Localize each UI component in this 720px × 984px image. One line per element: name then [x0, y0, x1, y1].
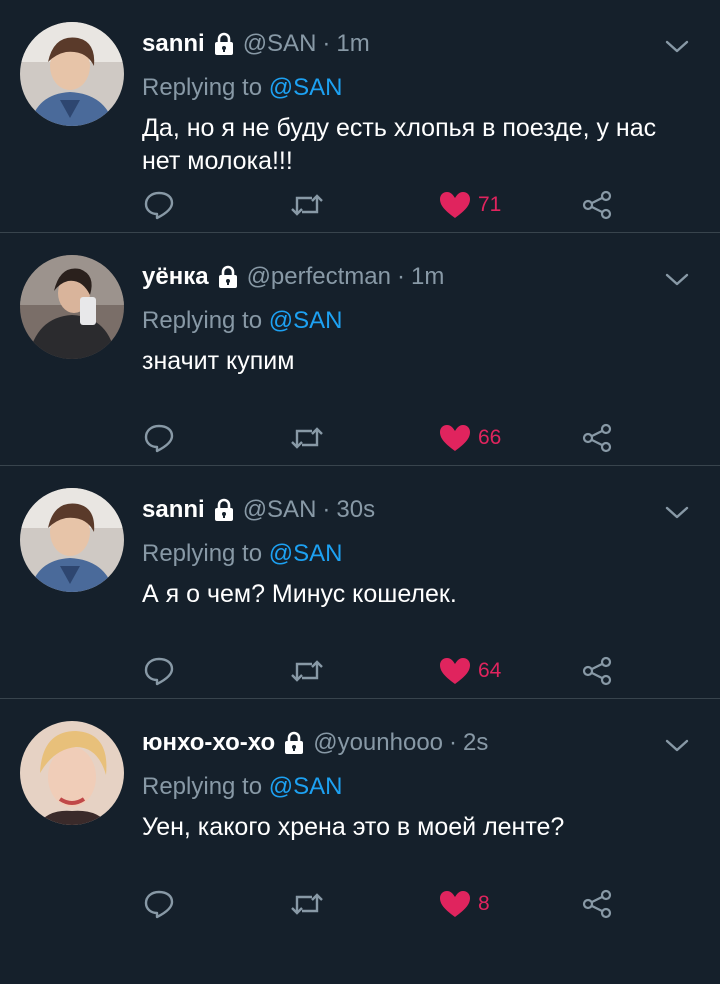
retweet-icon: [291, 660, 323, 682]
avatar[interactable]: [20, 488, 124, 592]
tweet-header: sanni @SAN · 1m: [142, 28, 370, 60]
retweet-button[interactable]: [288, 423, 326, 453]
like-button[interactable]: 71: [438, 190, 501, 220]
reply-feed: sanni @SAN · 1m Replying to @SAN Да, но …: [0, 0, 720, 932]
timestamp[interactable]: 2s: [463, 729, 488, 757]
tweet-text: Уен, какого хрена это в моей ленте?: [142, 813, 565, 841]
replying-to: Replying to @SAN: [142, 540, 342, 568]
heart-icon: [440, 425, 470, 451]
like-button[interactable]: 64: [438, 656, 501, 686]
tweet[interactable]: sanni @SAN · 1m Replying to @SAN Да, но …: [0, 0, 720, 233]
like-count: 64: [478, 659, 502, 682]
replying-to-label: Replying to: [142, 307, 263, 334]
tweet-header: sanni @SAN · 30s: [142, 494, 375, 526]
timestamp[interactable]: 1m: [336, 30, 369, 58]
user-handle[interactable]: @perfectman: [247, 263, 391, 291]
like-button[interactable]: 8: [438, 889, 490, 919]
share-icon: [582, 889, 612, 919]
reply-button[interactable]: [142, 423, 176, 453]
share-icon: [582, 656, 612, 686]
chevron-down-icon[interactable]: [664, 735, 690, 755]
timestamp[interactable]: 1m: [411, 263, 444, 291]
replying-to-label: Replying to: [142, 74, 263, 101]
like-count: 71: [478, 193, 502, 216]
share-button[interactable]: [582, 656, 614, 686]
retweet-icon: [291, 893, 323, 915]
lock-icon: [213, 32, 235, 56]
user-handle[interactable]: @younhooo: [313, 729, 443, 757]
action-bar: 64: [142, 656, 632, 686]
retweet-button[interactable]: [288, 190, 326, 220]
heart-icon: [440, 891, 470, 917]
tweet-text: значит купим: [142, 347, 295, 375]
replying-to: Replying to @SAN: [142, 74, 342, 102]
chevron-down-icon[interactable]: [664, 269, 690, 289]
share-button[interactable]: [582, 889, 614, 919]
mention-link[interactable]: @SAN: [269, 773, 343, 800]
avatar[interactable]: [20, 255, 124, 359]
tweet[interactable]: юнхо-хо-хо @younhooo · 2s Replying to @S…: [0, 699, 720, 932]
share-button[interactable]: [582, 190, 614, 220]
chevron-down-icon[interactable]: [664, 36, 690, 56]
retweet-button[interactable]: [288, 656, 326, 686]
avatar[interactable]: [20, 721, 124, 825]
display-name[interactable]: sanni: [142, 30, 205, 58]
reply-icon: [144, 424, 174, 453]
reply-button[interactable]: [142, 190, 176, 220]
tweet[interactable]: sanni @SAN · 30s Replying to @SAN А я о …: [0, 466, 720, 699]
separator-dot: ·: [396, 263, 405, 290]
reply-icon: [144, 657, 174, 686]
heart-icon: [440, 192, 470, 218]
display-name[interactable]: sanni: [142, 496, 205, 524]
reply-button[interactable]: [142, 656, 176, 686]
mention-link[interactable]: @SAN: [269, 540, 343, 567]
replying-to-label: Replying to: [142, 540, 263, 567]
heart-icon: [440, 658, 470, 684]
tweet-header: юнхо-хо-хо @younhooo · 2s: [142, 727, 488, 759]
reply-icon: [144, 890, 174, 919]
share-icon: [582, 190, 612, 220]
like-count: 8: [478, 892, 490, 915]
tweet-text: Да, но я не буду есть хлопья в поезде, у…: [142, 114, 657, 175]
action-bar: 71: [142, 190, 632, 220]
reply-button[interactable]: [142, 889, 176, 919]
replying-to-label: Replying to: [142, 773, 263, 800]
chevron-down-icon[interactable]: [664, 502, 690, 522]
separator-dot: ·: [322, 496, 331, 523]
replying-to: Replying to @SAN: [142, 307, 342, 335]
like-button[interactable]: 66: [438, 423, 501, 453]
display-name[interactable]: уёнка: [142, 263, 209, 291]
avatar[interactable]: [20, 22, 124, 126]
tweet-text: А я о чем? Минус кошелек.: [142, 580, 457, 608]
display-name[interactable]: юнхо-хо-хо: [142, 729, 275, 757]
share-icon: [582, 423, 612, 453]
action-bar: 8: [142, 889, 632, 919]
lock-icon: [283, 731, 305, 755]
retweet-icon: [291, 194, 323, 216]
tweet[interactable]: уёнка @perfectman · 1m Replying to @SAN …: [0, 233, 720, 466]
separator-dot: ·: [322, 30, 331, 57]
timestamp[interactable]: 30s: [336, 496, 375, 524]
tweet-header: уёнка @perfectman · 1m: [142, 261, 444, 293]
retweet-icon: [291, 427, 323, 449]
lock-icon: [217, 265, 239, 289]
action-bar: 66: [142, 423, 632, 453]
share-button[interactable]: [582, 423, 614, 453]
like-count: 66: [478, 426, 502, 449]
mention-link[interactable]: @SAN: [269, 307, 343, 334]
lock-icon: [213, 498, 235, 522]
mention-link[interactable]: @SAN: [269, 74, 343, 101]
separator-dot: ·: [449, 729, 458, 756]
replying-to: Replying to @SAN: [142, 773, 342, 801]
reply-icon: [144, 191, 174, 220]
user-handle[interactable]: @SAN: [243, 30, 317, 58]
retweet-button[interactable]: [288, 889, 326, 919]
user-handle[interactable]: @SAN: [243, 496, 317, 524]
